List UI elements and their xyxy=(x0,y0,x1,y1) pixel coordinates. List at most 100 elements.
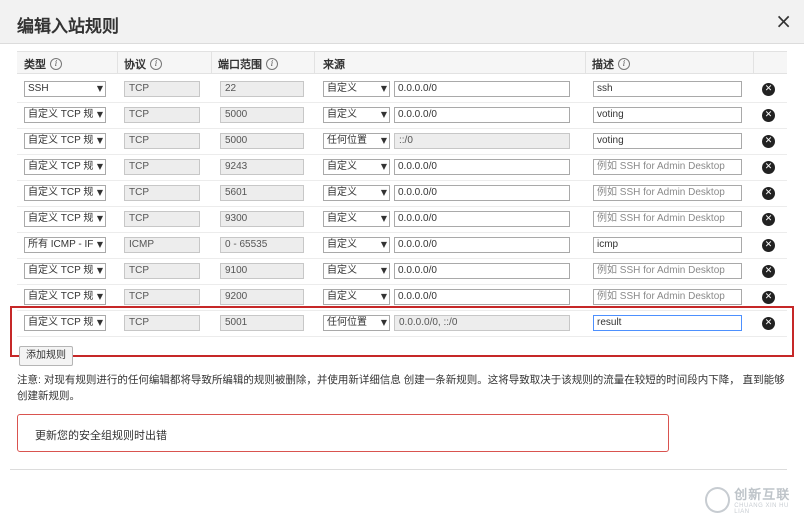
source-select[interactable]: 自定义 ▼ xyxy=(323,237,390,253)
port-range-field: 5000 xyxy=(220,107,304,123)
watermark-name: 创新互联 xyxy=(734,487,791,502)
chevron-down-icon: ▼ xyxy=(378,290,387,304)
chevron-down-icon: ▼ xyxy=(94,108,103,122)
edit-note: 注意: 对现有规则进行的任何编辑都将导致所编辑的规则被删除，并使用新详细信息 创… xyxy=(17,374,785,402)
delete-rule-icon[interactable]: ✕ xyxy=(762,239,775,252)
cidr-input[interactable]: 0.0.0.0/0, ::/0 xyxy=(394,315,570,331)
cidr-input[interactable]: 0.0.0.0/0 xyxy=(394,107,570,123)
column-protocol: 协议 i xyxy=(124,56,162,72)
description-input[interactable]: voting xyxy=(593,133,742,149)
chevron-down-icon: ▼ xyxy=(378,212,387,226)
source-select[interactable]: 自定义 ▼ xyxy=(323,211,390,227)
delete-rule-icon[interactable]: ✕ xyxy=(762,291,775,304)
source-select[interactable]: 任何位置 ▼ xyxy=(323,133,390,149)
info-icon[interactable]: i xyxy=(618,58,630,70)
protocol-field: TCP xyxy=(124,107,200,123)
type-select[interactable]: SSH ▼ xyxy=(24,81,106,97)
protocol-field: TCP xyxy=(124,315,200,331)
delete-rule-icon[interactable]: ✕ xyxy=(762,109,775,122)
cidr-input[interactable]: 0.0.0.0/0 xyxy=(394,263,570,279)
cidr-input[interactable]: 0.0.0.0/0 xyxy=(394,81,570,97)
delete-rule-icon[interactable]: ✕ xyxy=(762,187,775,200)
chevron-down-icon: ▼ xyxy=(378,316,387,330)
port-range-field: 0 - 65535 xyxy=(220,237,304,253)
delete-rule-icon[interactable]: ✕ xyxy=(762,317,775,330)
type-select[interactable]: 自定义 TCP 规 ▼ xyxy=(24,133,106,149)
chevron-down-icon: ▼ xyxy=(378,186,387,200)
description-input[interactable]: 例如 SSH for Admin Desktop xyxy=(593,263,742,279)
delete-rule-icon[interactable]: ✕ xyxy=(762,213,775,226)
source-select[interactable]: 自定义 ▼ xyxy=(323,107,390,123)
table-row: 自定义 TCP 规 ▼ TCP 9243 自定义 ▼ 0.0.0.0/0 例如 SSH for… xyxy=(17,155,787,181)
delete-rule-icon[interactable]: ✕ xyxy=(762,265,775,278)
chevron-down-icon: ▼ xyxy=(378,108,387,122)
chevron-down-icon: ▼ xyxy=(378,134,387,148)
chevron-down-icon: ▼ xyxy=(94,82,103,96)
info-icon[interactable]: i xyxy=(266,58,278,70)
table-header: 类型 i 协议 i 端口范围 i 来源 描述 i xyxy=(17,51,787,74)
source-select[interactable]: 自定义 ▼ xyxy=(323,289,390,305)
type-select[interactable]: 自定义 TCP 规 ▼ xyxy=(24,159,106,175)
description-input[interactable]: 例如 SSH for Admin Desktop xyxy=(593,159,742,175)
chevron-down-icon: ▼ xyxy=(378,238,387,252)
delete-rule-icon[interactable]: ✕ xyxy=(762,161,775,174)
source-select[interactable]: 自定义 ▼ xyxy=(323,81,390,97)
chevron-down-icon: ▼ xyxy=(94,238,103,252)
port-range-field: 9300 xyxy=(220,211,304,227)
description-input[interactable]: result xyxy=(593,315,742,331)
cidr-input[interactable]: ::/0 xyxy=(394,133,570,149)
table-row: 自定义 TCP 规 ▼ TCP 5000 任何位置 ▼::/0 voting ✕ xyxy=(17,129,787,155)
cidr-input[interactable]: 0.0.0.0/0 xyxy=(394,211,570,227)
chevron-down-icon: ▼ xyxy=(378,264,387,278)
delete-rule-icon[interactable]: ✕ xyxy=(762,135,775,148)
add-rule-button[interactable]: 添加规则 xyxy=(19,346,73,366)
source-select[interactable]: 自定义 ▼ xyxy=(323,263,390,279)
cidr-input[interactable]: 0.0.0.0/0 xyxy=(394,237,570,253)
dialog-title: 编辑入站规则 xyxy=(17,17,119,36)
description-input[interactable]: 例如 SSH for Admin Desktop xyxy=(593,289,742,305)
footer-divider xyxy=(10,469,787,470)
column-source: 来源 xyxy=(323,59,345,71)
chevron-down-icon: ▼ xyxy=(94,134,103,148)
description-input[interactable]: 例如 SSH for Admin Desktop xyxy=(593,211,742,227)
table-row: 所有 ICMP - IF ▼ ICMP 0 - 65535 自定义 ▼ 0.0.0.0/0 i… xyxy=(17,233,787,259)
source-select[interactable]: 自定义 ▼ xyxy=(323,185,390,201)
chevron-down-icon: ▼ xyxy=(378,82,387,96)
type-select[interactable]: 所有 ICMP - IF ▼ xyxy=(24,237,106,253)
type-select[interactable]: 自定义 TCP 规 ▼ xyxy=(24,289,106,305)
table-row: 自定义 TCP 规 ▼ TCP 9300 自定义 ▼ 0.0.0.0/0 例如 SSH for… xyxy=(17,207,787,233)
type-select[interactable]: 自定义 TCP 规 ▼ xyxy=(24,107,106,123)
port-range-field: 5601 xyxy=(220,185,304,201)
description-input[interactable]: ssh xyxy=(593,81,742,97)
port-range-field: 5000 xyxy=(220,133,304,149)
type-select[interactable]: 自定义 TCP 规 ▼ xyxy=(24,185,106,201)
protocol-field: TCP xyxy=(124,289,200,305)
chevron-down-icon: ▼ xyxy=(94,186,103,200)
port-range-field: 5001 xyxy=(220,315,304,331)
type-select[interactable]: 自定义 TCP 规 ▼ xyxy=(24,315,106,331)
port-range-field: 9243 xyxy=(220,159,304,175)
table-row: SSH ▼ TCP 22 自定义 ▼ 0.0.0.0/0 ssh ✕ xyxy=(17,77,787,103)
type-select[interactable]: 自定义 TCP 规 ▼ xyxy=(24,263,106,279)
description-input[interactable]: voting xyxy=(593,107,742,123)
info-icon[interactable]: i xyxy=(50,58,62,70)
chevron-down-icon: ▼ xyxy=(94,264,103,278)
delete-rule-icon[interactable]: ✕ xyxy=(762,83,775,96)
table-row: 自定义 TCP 规 ▼ TCP 5000 自定义 ▼ 0.0.0.0/0 voting ✕ xyxy=(17,103,787,129)
cidr-input[interactable]: 0.0.0.0/0 xyxy=(394,289,570,305)
description-input[interactable]: icmp xyxy=(593,237,742,253)
cidr-input[interactable]: 0.0.0.0/0 xyxy=(394,185,570,201)
info-icon[interactable]: i xyxy=(150,58,162,70)
port-range-field: 9100 xyxy=(220,263,304,279)
table-row: 自定义 TCP 规 ▼ TCP 9200 自定义 ▼ 0.0.0.0/0 例如 SSH for… xyxy=(17,285,787,311)
type-select[interactable]: 自定义 TCP 规 ▼ xyxy=(24,211,106,227)
description-input[interactable]: 例如 SSH for Admin Desktop xyxy=(593,185,742,201)
cidr-input[interactable]: 0.0.0.0/0 xyxy=(394,159,570,175)
source-select[interactable]: 任何位置 ▼ xyxy=(323,315,390,331)
chevron-down-icon: ▼ xyxy=(94,290,103,304)
port-range-field: 22 xyxy=(220,81,304,97)
dialog-header: 编辑入站规则 × xyxy=(0,0,804,44)
watermark-sub: CHUANG XIN HU LIAN xyxy=(734,503,789,515)
source-select[interactable]: 自定义 ▼ xyxy=(323,159,390,175)
close-icon[interactable]: × xyxy=(775,9,792,33)
